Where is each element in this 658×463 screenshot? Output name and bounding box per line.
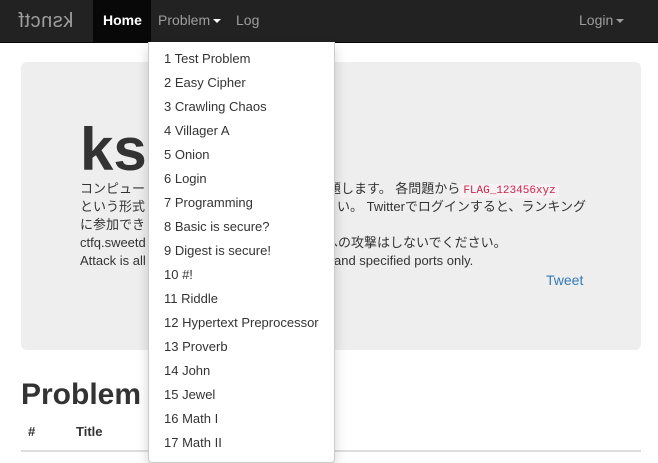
dropdown-item-problem-6[interactable]: 6 Login xyxy=(164,171,207,186)
nav-login-dropdown[interactable]: Login xyxy=(569,0,634,42)
dropdown-item-problem-8[interactable]: 8 Basic is secure? xyxy=(164,219,270,234)
intro-line2-left: という形式 xyxy=(80,199,146,214)
navbar: ksnctf Home Problem Log Login xyxy=(0,0,658,43)
dropdown-item-problem-5[interactable]: 5 Onion xyxy=(164,147,210,162)
problem-dropdown-menu: 1 Test Problem 2 Easy Cipher 3 Crawling … xyxy=(148,42,335,463)
tweet-link[interactable]: Tweet xyxy=(546,272,583,288)
dropdown-item-problem-3[interactable]: 3 Crawling Chaos xyxy=(164,99,267,114)
nav-log-label: Log xyxy=(236,12,260,28)
caret-down-icon xyxy=(616,19,625,24)
intro-line5-left: Attack is all xyxy=(80,253,146,268)
dropdown-item-problem-11[interactable]: 11 Riddle xyxy=(164,291,218,306)
dropdown-item-problem-10[interactable]: 10 #! xyxy=(164,267,193,282)
flag-format-code: FLAG_123456xyz xyxy=(460,184,559,198)
nav-home[interactable]: Home xyxy=(93,0,151,42)
column-header-title: Title xyxy=(76,424,103,439)
column-header-number: # xyxy=(28,424,36,439)
intro-line3-left: に参加でき xyxy=(80,217,146,232)
dropdown-item-problem-9[interactable]: 9 Digest is secure! xyxy=(164,243,271,258)
page-title: ks xyxy=(80,116,147,183)
dropdown-item-problem-1[interactable]: 1 Test Problem xyxy=(164,51,250,66)
dropdown-item-problem-7[interactable]: 7 Programming xyxy=(164,195,253,210)
intro-line4-left: ctfq.sweetd xyxy=(80,235,146,250)
intro-line1-text: 出題します。 各問題から xyxy=(315,181,461,196)
caret-down-icon xyxy=(213,19,222,24)
dropdown-item-problem-12[interactable]: 12 Hypertext Preprocessor xyxy=(164,315,319,330)
dropdown-item-problem-13[interactable]: 13 Proverb xyxy=(164,339,228,354)
dropdown-item-problem-17[interactable]: 17 Math II xyxy=(164,435,222,450)
dropdown-item-problem-14[interactable]: 14 John xyxy=(164,363,210,378)
dropdown-item-problem-15[interactable]: 15 Jewel xyxy=(164,387,215,402)
intro-line2-right: い。 Twitterでログインすると、ランキング xyxy=(337,199,586,214)
intro-line1-right: 出題します。 各問題から FLAG_123456xyz xyxy=(315,180,559,200)
intro-line4-right: への攻撃はしないでください。 xyxy=(325,235,507,250)
nav-problem-label: Problem xyxy=(158,12,211,28)
nav-problem-dropdown[interactable]: Problem xyxy=(148,0,231,42)
intro-line1-left: コンピュー xyxy=(80,181,146,196)
brand-logo[interactable]: ksnctf xyxy=(18,10,73,33)
intro-line5-right: and specified ports only. xyxy=(334,253,474,268)
dropdown-item-problem-4[interactable]: 4 Villager A xyxy=(164,123,230,138)
dropdown-item-problem-2[interactable]: 2 Easy Cipher xyxy=(164,75,246,90)
problems-heading: Problem xyxy=(21,378,142,411)
nav-login-label: Login xyxy=(579,12,614,28)
nav-home-label: Home xyxy=(103,12,142,28)
nav-log[interactable]: Log xyxy=(226,0,269,42)
dropdown-item-problem-16[interactable]: 16 Math I xyxy=(164,411,218,426)
